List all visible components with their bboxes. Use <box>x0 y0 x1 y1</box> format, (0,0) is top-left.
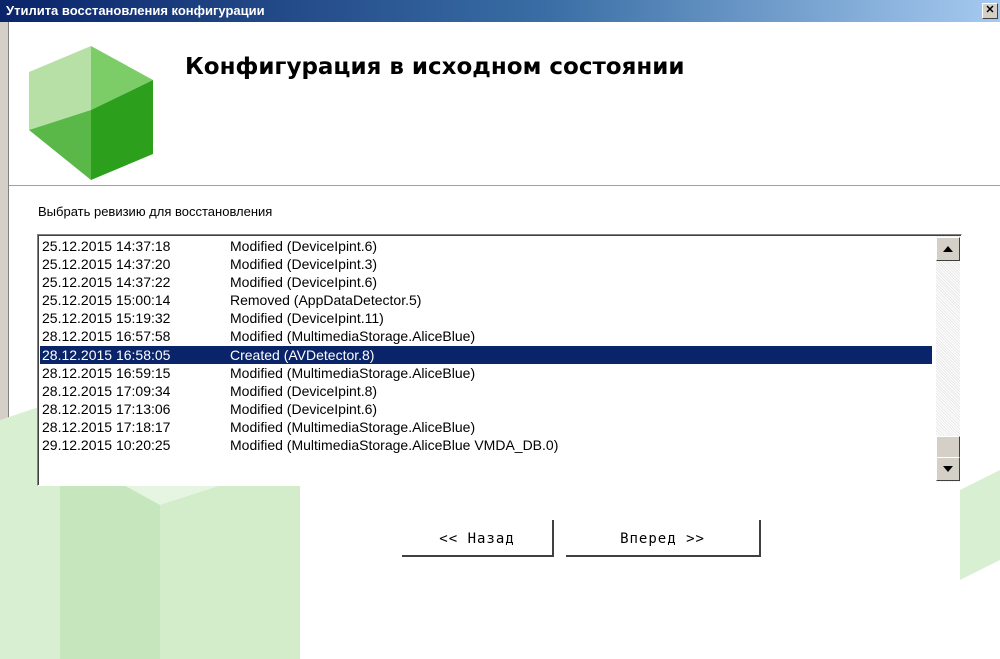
scroll-up-button[interactable] <box>936 237 960 261</box>
revision-action: Modified (MultimediaStorage.AliceBlue) <box>230 418 476 435</box>
arrow-up-icon <box>943 246 953 252</box>
revision-date: 25.12.2015 14:37:22 <box>42 274 171 291</box>
revision-action: Modified (DeviceIpint.11) <box>230 310 384 327</box>
restore-utility-window: Утилита восстановления конфигурации ✕ Ко… <box>0 0 1000 659</box>
revision-action: Modified (DeviceIpint.3) <box>230 256 378 273</box>
revision-action: Modified (DeviceIpint.6) <box>230 238 378 254</box>
revision-row[interactable]: 25.12.2015 14:37:20 Modified (DeviceIpint… <box>40 255 932 273</box>
window-title: Утилита восстановления конфигурации <box>6 3 265 18</box>
revision-date: 25.12.2015 15:00:14 <box>42 292 171 309</box>
scroll-down-button[interactable] <box>936 457 960 481</box>
revision-date: 28.12.2015 17:09:34 <box>42 382 171 399</box>
revision-row[interactable]: 28.12.2015 16:57:58 Modified (MultimediaS… <box>40 327 932 345</box>
revision-row[interactable]: 28.12.2015 16:58:05 Created (AVDetector.8… <box>40 345 932 364</box>
revision-action: Removed (AppDataDetector.5) <box>230 292 422 309</box>
revision-date: 28.12.2015 16:59:15 <box>42 364 171 381</box>
revision-action: Modified (DeviceIpint.6) <box>230 274 378 291</box>
revision-row[interactable]: 28.12.2015 17:13:06 Modified (DeviceIpint… <box>40 400 932 418</box>
revision-action: Modified (DeviceIpint.6) <box>230 400 378 417</box>
page-heading: Конфигурация в исходном состоянии <box>185 54 685 80</box>
revision-row[interactable]: 29.12.2015 10:20:25 Modified (MultimediaS… <box>40 436 932 454</box>
revision-action: Modified (MultimediaStorage.AliceBlue VM… <box>230 437 559 454</box>
revision-row[interactable]: 25.12.2015 14:37:18 Modified (DeviceIpint… <box>40 237 932 255</box>
revision-action: Modified (MultimediaStorage.AliceBlue) <box>230 364 476 381</box>
revision-listbox[interactable]: 25.12.2015 14:37:18 Modified (DeviceIpint… <box>37 234 962 486</box>
revision-row[interactable]: 25.12.2015 15:19:32 Modified (DeviceIpint… <box>40 309 932 327</box>
instruction-label: Выбрать ревизию для восстановления <box>38 204 273 219</box>
next-button[interactable]: Вперед >> <box>566 520 761 557</box>
back-button[interactable]: << Назад <box>402 520 554 557</box>
scroll-thumb[interactable] <box>936 436 960 459</box>
close-button[interactable]: ✕ <box>982 3 998 19</box>
revision-date: 28.12.2015 16:57:58 <box>42 328 171 345</box>
decorative-cube-right <box>960 470 1000 580</box>
revision-date: 28.12.2015 17:13:06 <box>42 400 171 417</box>
revision-row[interactable]: 25.12.2015 15:00:14 Removed (AppDataDetec… <box>40 291 932 309</box>
wizard-header: Конфигурация в исходном состоянии <box>9 22 1000 186</box>
revision-row[interactable]: 28.12.2015 17:18:17 Modified (MultimediaS… <box>40 418 932 436</box>
revision-action: Modified (MultimediaStorage.AliceBlue) <box>230 328 476 345</box>
revision-action: Modified (DeviceIpint.8) <box>230 382 378 399</box>
revision-date: 29.12.2015 10:20:25 <box>42 437 171 454</box>
arrow-down-icon <box>943 466 953 472</box>
revision-action: Created (AVDetector.8) <box>230 346 375 363</box>
revision-row[interactable]: 28.12.2015 17:09:34 Modified (DeviceIpint… <box>40 382 932 400</box>
revision-row[interactable]: 28.12.2015 16:59:15 Modified (MultimediaS… <box>40 364 932 382</box>
revision-date: 28.12.2015 17:18:17 <box>42 418 171 435</box>
green-cube-logo <box>29 46 153 180</box>
revision-date: 28.12.2015 16:58:05 <box>42 346 171 363</box>
close-icon: ✕ <box>985 4 995 16</box>
revision-date: 25.12.2015 14:37:18 <box>42 238 171 254</box>
revision-row[interactable]: 25.12.2015 14:37:22 Modified (DeviceIpint… <box>40 273 932 291</box>
revision-date: 25.12.2015 15:19:32 <box>42 310 171 327</box>
vertical-scrollbar[interactable] <box>936 236 960 482</box>
title-bar[interactable]: Утилита восстановления конфигурации ✕ <box>0 0 1000 22</box>
revision-rows: 25.12.2015 14:37:18 Modified (DeviceIpint… <box>40 237 932 454</box>
revision-date: 25.12.2015 14:37:20 <box>42 256 171 273</box>
